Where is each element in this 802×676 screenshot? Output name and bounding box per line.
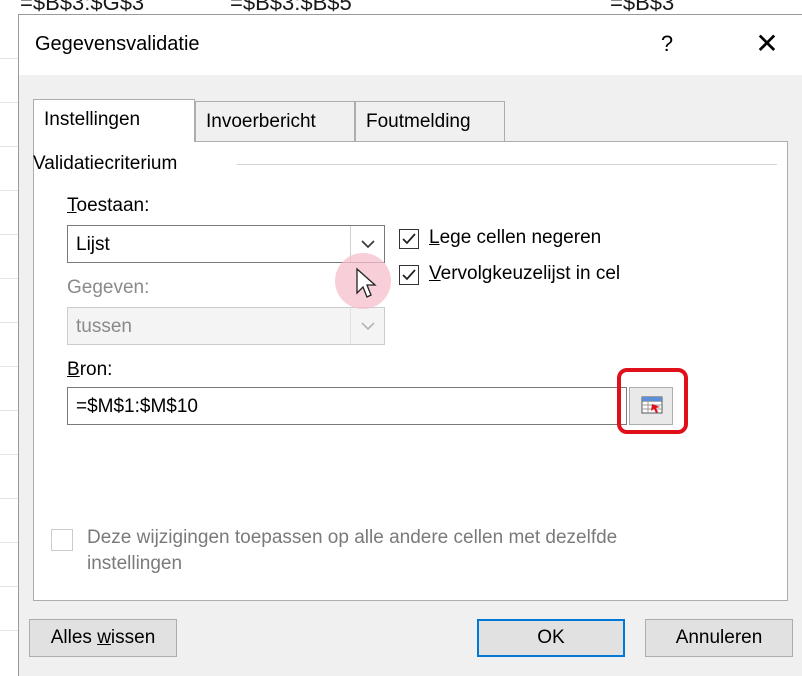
data-value: tussen (76, 316, 132, 337)
allow-value: Lijst (76, 234, 110, 255)
apply-all-checkbox[interactable] (51, 529, 73, 551)
chevron-down-icon (350, 308, 384, 344)
data-validation-dialog: Gegevensvalidatie ? ✕ Instellingen Invoe… (18, 14, 802, 676)
clear-all-button[interactable]: Alles wissen (29, 619, 177, 657)
group-divider (237, 164, 777, 165)
ignore-blank-checkbox[interactable] (399, 229, 419, 249)
source-input[interactable]: =$M$1:$M$10 (67, 387, 627, 425)
allow-dropdown[interactable]: Lijst (67, 225, 385, 263)
cancel-button[interactable]: Annuleren (645, 619, 793, 657)
mouse-cursor-icon (356, 267, 377, 298)
data-dropdown[interactable]: tussen (67, 307, 385, 345)
ignore-blank-label: Lege cellen negeren (429, 227, 602, 248)
highlight-annotation (617, 368, 688, 434)
in-cell-dropdown-checkbox[interactable] (399, 265, 419, 285)
source-label: Bron: (67, 359, 113, 380)
ok-button[interactable]: OK (477, 619, 625, 657)
group-label: Validatiecriterium (33, 153, 178, 174)
allow-label: Toestaan: (67, 195, 150, 216)
spreadsheet-row-strip (0, 18, 19, 675)
data-label: Gegeven: (67, 277, 150, 298)
in-cell-dropdown-label: Vervolgkeuzelijst in cel (429, 263, 621, 284)
source-value: =$M$1:$M$10 (76, 396, 198, 417)
apply-all-label: Deze wijzigingen toepassen op alle ander… (87, 527, 618, 574)
